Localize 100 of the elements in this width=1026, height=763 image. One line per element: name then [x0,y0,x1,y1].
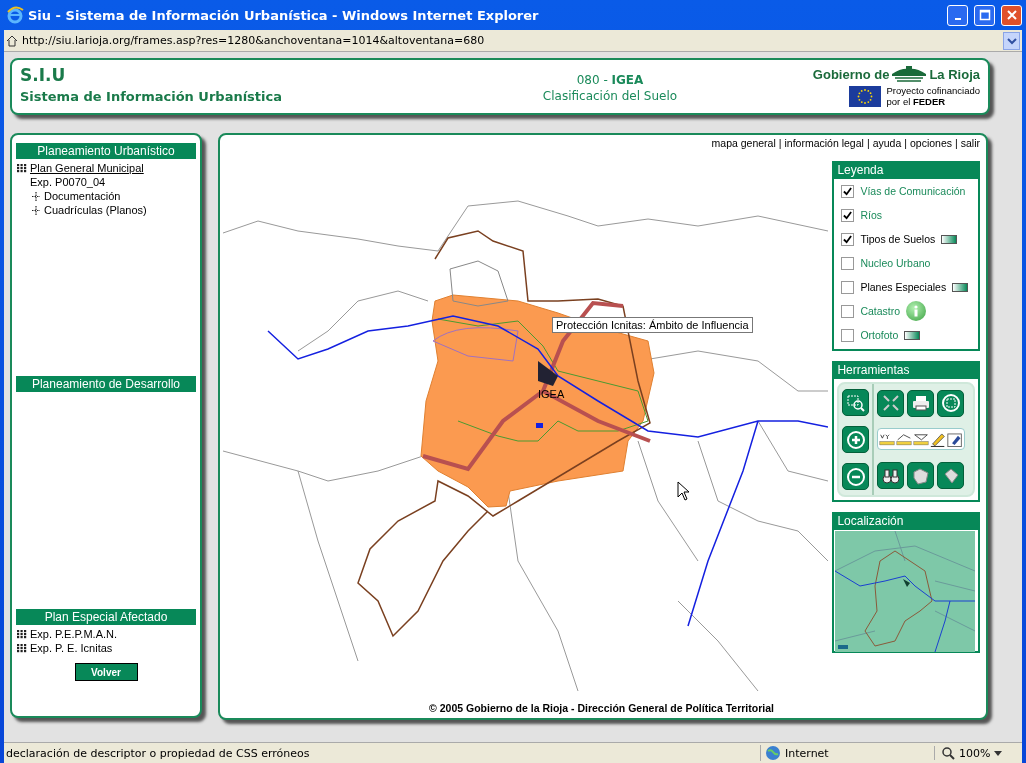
logo-text: La Rioja [929,66,980,82]
palace-logo-icon [891,66,928,82]
checkbox[interactable] [841,280,855,294]
printer-icon [910,393,931,414]
erase-button[interactable] [947,431,964,448]
status-message: declaración de descriptor o propiedad de CSS erróneos [5,746,311,760]
zoom-in-icon [845,429,866,450]
nav-link[interactable]: mapa general [711,137,776,149]
checkbox[interactable] [841,328,855,342]
measure-point-button[interactable] [879,431,896,448]
nav-link[interactable]: salir [960,137,980,149]
checkmark-icon [843,234,853,244]
grid-icon [17,163,27,173]
zoom-icon [941,746,955,760]
map-page-button[interactable] [937,462,965,490]
gradient-swatch-icon [941,234,958,244]
grid-icon [17,643,27,653]
panel-title: Localización [834,514,978,530]
checkbox[interactable] [841,232,855,246]
tree-item[interactable]: Documentación [44,190,121,202]
caret-icon[interactable] [994,750,1003,756]
zoom-in-button[interactable] [842,426,870,453]
checkbox[interactable] [841,184,855,198]
print-button[interactable] [907,389,935,417]
collapse-button[interactable] [877,389,905,417]
grid-icon [17,629,27,639]
logo-text: Gobierno de [812,66,890,82]
zoom-out-icon [845,466,866,487]
layer-label: Planes Especiales [860,281,947,293]
nav-link[interactable]: información legal [784,137,864,149]
minimize-button[interactable] [947,4,968,26]
separator: | [777,137,783,149]
section-title: Plan Especial Afectado [16,609,196,625]
tree-item[interactable]: Exp. P. E. Icnitas [30,642,113,654]
checkbox[interactable] [841,208,855,222]
minimize-icon [954,18,961,20]
browser-logo-icon [6,6,24,24]
globe-icon [765,745,781,761]
tree-item[interactable]: Exp. P.E.P.M.A.N. [30,628,118,640]
flag-icon [848,85,881,107]
ruler-line-icon [896,431,913,448]
layer-label[interactable]: Ríos [860,209,882,221]
panel-title: Herramientas [834,363,978,379]
gradient-swatch-icon [952,282,969,292]
site-acronym: S.I.U [20,65,67,85]
separator: | [954,137,959,149]
separator: | [865,137,871,149]
checkmark-icon [843,186,853,196]
zoom-out-button[interactable] [842,463,870,490]
site-title: Sistema de Información Urbanística [20,89,283,104]
tree-item[interactable]: Cuadrículas (Planos) [44,204,147,216]
info-glyph-icon [913,305,920,317]
mouse-cursor-icon [677,481,691,501]
layer-label[interactable]: Catastro [860,305,901,317]
zoom-box-icon [845,392,866,413]
dropdown-button[interactable] [1003,31,1020,50]
measure-distance-button[interactable] [896,431,913,448]
panel-title: Leyenda [834,163,978,179]
chevron-down-icon [1006,36,1017,45]
close-button[interactable] [1001,4,1022,26]
checkbox[interactable] [841,256,855,270]
nav-link[interactable]: ayuda [872,137,902,149]
separator: | [903,137,908,149]
close-icon [1005,9,1018,21]
tree-item[interactable]: Plan General Municipal [30,162,144,174]
funding-text: Proyecto cofinanciado [886,85,980,96]
draw-button[interactable] [930,431,947,448]
layer-label: Tipos de Suelos [860,233,936,245]
security-zone: Internet [785,746,829,760]
search-button[interactable] [877,462,905,490]
copyright-text: © 2005 Gobierno de la Rioja - Dirección General de Política Territorial [428,701,775,714]
ruler-area-icon [913,431,930,448]
full-extent-button[interactable] [937,389,965,417]
maximize-icon [978,9,991,21]
section-title: Planeamiento Urbanístico [16,143,196,159]
ruler-xy-icon [879,431,896,448]
window-title: Siu - Sistema de Información Urbanística - Windows Internet Explorer [28,7,540,23]
tree-item[interactable]: Exp. P0070_04 [30,176,106,188]
funding-text: por el FEDER [886,96,947,107]
expand-icon[interactable] [31,205,41,215]
municipality-name: 080 - IGEA [576,73,644,87]
gradient-swatch-icon [904,330,921,340]
zoom-level[interactable]: 100% [959,746,991,760]
layer-label[interactable]: Ortofoto [860,329,899,341]
measure-area-button[interactable] [913,431,930,448]
layer-label[interactable]: Nucleo Urbano [860,257,931,269]
layer-label[interactable]: Vías de Comunicación [860,185,966,197]
map-sheet-button[interactable] [907,462,935,490]
back-button[interactable]: Volver [74,663,138,681]
nav-link[interactable]: opciones [909,137,952,149]
section-title: Planeamiento de Desarrollo [16,376,196,392]
home-icon [6,34,18,47]
maximize-button[interactable] [974,4,995,26]
map-tooltip: Protección Icnitas: Ámbito de Influencia [552,317,753,333]
place-label: IGEA [538,388,565,400]
zoom-box-button[interactable] [842,389,870,416]
pencil-icon [930,431,947,448]
expand-icon[interactable] [31,191,41,201]
checkbox[interactable] [841,304,855,318]
map-subtitle: Clasificación del Suelo [542,89,678,103]
